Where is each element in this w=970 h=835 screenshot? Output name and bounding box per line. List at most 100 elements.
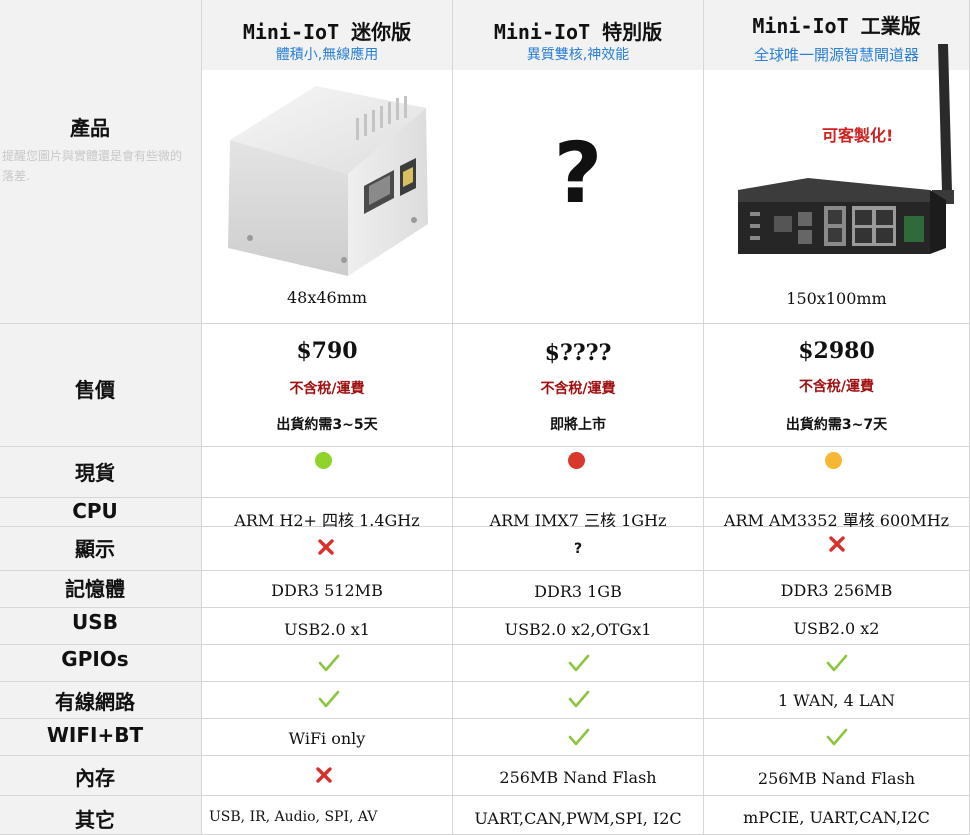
wifi-cell-industrial	[704, 719, 970, 756]
other-cell-industrial: mPCIE, UART,CAN,I2C	[704, 796, 970, 835]
price-industrial: $2980	[798, 338, 875, 364]
price-cell-industrial: $2980 不含稅/運費 出貨約需3~7天	[704, 324, 970, 447]
storage-cell-special: 256MB Nand Flash	[453, 756, 704, 796]
product-cell-special: Mini-IoT 特別版 異質雙核,神效能 ?	[453, 0, 704, 324]
memory-mini: DDR3 512MB	[271, 581, 383, 600]
row-label-memory: 記憶體	[65, 577, 125, 601]
row-label-usb: USB	[72, 610, 118, 634]
product-name-mini: Mini-IoT 迷你版	[242, 20, 412, 44]
other-industrial: mPCIE, UART,CAN,I2C	[743, 808, 930, 827]
price-mini: $790	[296, 338, 358, 364]
check-icon	[568, 690, 590, 708]
product-image-industrial	[738, 44, 954, 254]
gpio-cell-mini	[202, 645, 453, 682]
cross-icon	[316, 767, 332, 783]
usb-cell-mini: USB2.0 x1	[202, 608, 453, 645]
check-icon	[826, 728, 848, 746]
product-name-industrial: Mini-IoT 工業版	[752, 14, 921, 38]
memory-industrial: DDR3 256MB	[780, 581, 893, 600]
label-cell-product: 產品 提醒您圖片與實體還是會有些微的落差.	[0, 0, 202, 324]
cross-icon	[318, 539, 334, 555]
shipping-note-industrial: 出貨約需3~7天	[785, 417, 888, 433]
stock-indicator-mini	[315, 452, 332, 469]
product-size-industrial: 150x100mm	[786, 289, 887, 308]
display-cell-special: ?	[453, 527, 704, 571]
ethernet-cell-mini	[202, 682, 453, 719]
usb-special: USB2.0 x2,OTGx1	[504, 620, 652, 639]
label-cell-ethernet: 有線網路	[0, 682, 202, 719]
product-comparison-table: 產品 提醒您圖片與實體還是會有些微的落差. Mini-IoT 迷你版 體積小,無…	[0, 0, 970, 835]
ethernet-cell-industrial: 1 WAN, 4 LAN	[704, 682, 970, 719]
row-label-cpu: CPU	[72, 499, 118, 523]
other-mini: USB, IR, Audio, SPI, AV	[209, 809, 378, 825]
check-icon	[318, 690, 340, 708]
product-size-mini: 48x46mm	[286, 288, 368, 307]
display-special: ?	[573, 541, 583, 557]
storage-cell-industrial: 256MB Nand Flash	[704, 756, 970, 796]
memory-cell-mini: DDR3 512MB	[202, 571, 453, 608]
label-cell-price: 售價	[0, 324, 202, 447]
product-header-mini: Mini-IoT 迷你版 體積小,無線應用	[202, 0, 452, 70]
price-special: $????	[544, 340, 612, 366]
price-cell-special: $???? 不含稅/運費 即將上市	[453, 324, 704, 447]
row-label-price: 售價	[75, 378, 115, 402]
other-cell-special: UART,CAN,PWM,SPI, I2C	[453, 796, 704, 835]
wifi-cell-special	[453, 719, 704, 756]
product-cell-industrial: Mini-IoT 工業版 全球唯一開源智慧閘道器 可客製化! 150x100mm	[704, 0, 970, 324]
shipping-note-mini: 出貨約需3~5天	[276, 417, 378, 433]
label-cell-storage: 內存	[0, 756, 202, 796]
row-label-storage: 內存	[75, 766, 115, 790]
product-subtitle-mini: 體積小,無線應用	[275, 47, 379, 63]
ethernet-cell-special	[453, 682, 704, 719]
label-cell-wifi: WIFI+BT	[0, 719, 202, 756]
stock-cell-industrial	[704, 447, 970, 498]
row-label-wifi: WIFI+BT	[46, 723, 144, 747]
check-icon	[318, 654, 340, 672]
memory-special: DDR3 1GB	[534, 582, 622, 601]
row-label-stock: 現貨	[75, 461, 115, 485]
tax-note-industrial: 不含稅/運費	[798, 379, 875, 395]
row-label-gpio: GPIOs	[61, 647, 129, 671]
cpu-cell-special: ARM IMX7 三核 1GHz	[453, 498, 704, 530]
label-cell-stock: 現貨	[0, 447, 202, 498]
tax-note-special: 不含稅/運費	[540, 381, 616, 397]
label-cell-usb: USB	[0, 608, 202, 645]
product-header-special: Mini-IoT 特別版 異質雙核,神效能	[453, 0, 703, 70]
check-icon	[568, 654, 590, 672]
gpio-cell-special	[453, 645, 704, 682]
price-cell-mini: $790 不含稅/運費 出貨約需3~5天	[202, 324, 453, 447]
stock-indicator-special	[568, 452, 585, 469]
ethernet-industrial: 1 WAN, 4 LAN	[777, 691, 896, 710]
usb-cell-industrial: USB2.0 x2	[704, 608, 970, 645]
label-cell-display: 顯示	[0, 527, 202, 571]
storage-industrial: 256MB Nand Flash	[757, 769, 916, 788]
row-label-product: 產品	[70, 116, 110, 140]
product-subtitle-special: 異質雙核,神效能	[526, 47, 630, 63]
label-cell-other: 其它	[0, 796, 202, 835]
label-cell-gpio: GPIOs	[0, 645, 202, 682]
wifi-mini: WiFi only	[288, 729, 366, 748]
usb-cell-special: USB2.0 x2,OTGx1	[453, 608, 704, 645]
other-cell-mini: USB, IR, Audio, SPI, AV	[202, 796, 453, 835]
stock-indicator-industrial	[825, 452, 842, 469]
stock-cell-special	[453, 447, 704, 498]
memory-cell-industrial: DDR3 256MB	[704, 571, 970, 608]
cpu-cell-mini: ARM H2+ 四核 1.4GHz	[202, 498, 453, 530]
row-label-other: 其它	[75, 808, 115, 832]
product-cell-mini: Mini-IoT 迷你版 體積小,無線應用 48x46mm	[202, 0, 453, 324]
cpu-cell-industrial: ARM AM3352 單核 600MHz	[704, 498, 970, 530]
tax-note-mini: 不含稅/運費	[289, 381, 365, 397]
product-image-mini	[228, 86, 428, 276]
display-cell-industrial	[704, 527, 970, 571]
product-image-placeholder-special: ?	[553, 124, 603, 222]
label-cell-cpu: CPU	[0, 498, 202, 527]
row-label-display: 顯示	[75, 537, 115, 561]
wifi-cell-mini: WiFi only	[202, 719, 453, 756]
usb-industrial: USB2.0 x2	[793, 619, 880, 638]
row-label-ethernet: 有線網路	[55, 690, 135, 714]
storage-cell-mini	[202, 756, 453, 796]
display-cell-mini	[202, 527, 453, 571]
label-cell-memory: 記憶體	[0, 571, 202, 608]
other-special: UART,CAN,PWM,SPI, I2C	[474, 809, 682, 828]
shipping-note-special: 即將上市	[550, 417, 606, 433]
